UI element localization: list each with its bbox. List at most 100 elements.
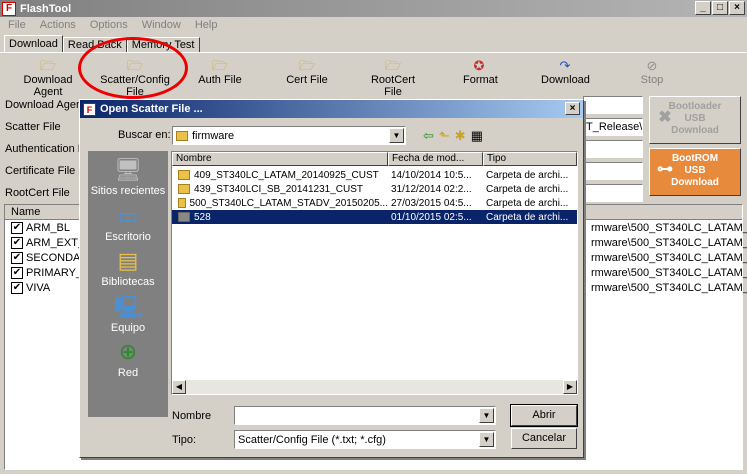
file-type: Carpeta de archi... bbox=[486, 197, 569, 209]
auth-file-button[interactable]: 🗁 Auth File bbox=[198, 57, 242, 87]
folder-open-icon: 🗁 bbox=[299, 58, 316, 73]
scatter-file-field-label: Scatter File bbox=[5, 121, 61, 133]
rom-path: rmware\500_ST340LC_LATAM_ST bbox=[591, 221, 747, 234]
file-name: 409_ST340LC_LATAM_20140925_CUST bbox=[194, 169, 379, 181]
computer-icon: 🖳 bbox=[114, 294, 144, 319]
file-type: Carpeta de archi... bbox=[486, 183, 569, 195]
recent-places-icon: 🖥 bbox=[114, 157, 142, 182]
checkbox[interactable]: ✔ bbox=[11, 251, 23, 264]
place-network[interactable]: ⊕ Red bbox=[88, 339, 168, 379]
scroll-right-icon[interactable]: ▶ bbox=[563, 380, 577, 394]
places-bar: 🖥 Sitios recientes ▭ Escritorio ▤ Biblio… bbox=[88, 151, 168, 417]
format-label: Format bbox=[463, 74, 498, 86]
file-name-input[interactable]: ▼ bbox=[234, 406, 496, 425]
file-name: 528 bbox=[194, 211, 211, 223]
desktop-icon: ▭ bbox=[117, 203, 139, 228]
download-agent-button[interactable]: 🗁 Download Agent bbox=[12, 57, 84, 99]
menu-actions[interactable]: Actions bbox=[38, 19, 78, 31]
menu-help[interactable]: Help bbox=[193, 19, 220, 31]
rom-name: ARM_BL bbox=[26, 221, 71, 234]
auth-file-field[interactable] bbox=[583, 140, 643, 158]
horizontal-scrollbar[interactable]: ◀ ▶ bbox=[172, 380, 577, 394]
place-network-label: Red bbox=[117, 367, 139, 379]
file-name: 439_ST340LCI_SB_20141231_CUST bbox=[194, 183, 364, 195]
file-date: 14/10/2014 10:5... bbox=[391, 169, 472, 181]
format-icon: ✪ bbox=[473, 58, 485, 73]
look-in-value: firmware bbox=[192, 129, 235, 142]
window-title: FlashTool bbox=[20, 2, 72, 15]
look-in-label: Buscar en: bbox=[118, 129, 171, 141]
place-computer[interactable]: 🖳 Equipo bbox=[88, 294, 168, 334]
file-date: 27/03/2015 04:5... bbox=[391, 197, 472, 209]
download-agent-label: Download Agent bbox=[23, 74, 73, 98]
rom-path: rmware\500_ST340LC_LATAM_ST bbox=[591, 281, 747, 294]
menubar: File Actions Options Window Help bbox=[0, 17, 747, 33]
checkbox[interactable]: ✔ bbox=[11, 281, 23, 294]
column-date-modified[interactable]: Fecha de mod... bbox=[388, 152, 483, 166]
column-type[interactable]: Tipo bbox=[483, 152, 577, 166]
folder-icon bbox=[178, 212, 190, 222]
place-libraries[interactable]: ▤ Bibliotecas bbox=[88, 248, 168, 288]
menu-window[interactable]: Window bbox=[140, 19, 183, 31]
open-button[interactable]: Abrir bbox=[510, 404, 578, 427]
column-name[interactable]: Nombre bbox=[172, 152, 388, 166]
rootcert-file-field[interactable] bbox=[583, 184, 643, 202]
stop-icon: ⊘ bbox=[646, 58, 658, 73]
flashtool-logo-icon: F bbox=[2, 1, 16, 16]
place-desktop[interactable]: ▭ Escritorio bbox=[88, 203, 168, 243]
download-button[interactable]: ↷ Download bbox=[541, 57, 590, 87]
list-item[interactable]: 500_ST340LC_LATAM_STADV_20150205... 27/0… bbox=[172, 196, 577, 210]
cancel-button[interactable]: Cancelar bbox=[511, 428, 577, 449]
rom-path: rmware\500_ST340LC_LATAM_ST bbox=[591, 266, 747, 279]
minimize-button[interactable]: _ bbox=[695, 1, 711, 15]
chevron-down-icon[interactable]: ▼ bbox=[479, 432, 494, 447]
checkbox[interactable]: ✔ bbox=[11, 266, 23, 279]
file-date: 31/12/2014 02:2... bbox=[391, 183, 472, 195]
file-type: Carpeta de archi... bbox=[486, 169, 569, 181]
chevron-down-icon[interactable]: ▼ bbox=[389, 128, 404, 143]
scroll-left-icon[interactable]: ◀ bbox=[172, 380, 186, 394]
rootcert-file-button[interactable]: 🗁 RootCert File bbox=[363, 57, 423, 99]
up-folder-icon[interactable]: ⬑ bbox=[439, 128, 450, 144]
stop-button[interactable]: ⊘ Stop bbox=[638, 57, 666, 87]
list-item-selected[interactable]: 528 01/10/2015 02:5... Carpeta de archi.… bbox=[172, 210, 577, 224]
file-type-dropdown[interactable]: Scatter/Config File (*.txt; *.cfg) ▼ bbox=[234, 430, 496, 449]
cert-file-button[interactable]: 🗁 Cert File bbox=[286, 57, 328, 87]
usb-plug-icon: ⊶ bbox=[657, 161, 673, 178]
rootcert-file-field-label: RootCert File bbox=[5, 187, 70, 199]
auth-file-label: Auth File bbox=[198, 74, 242, 86]
list-item[interactable]: 409_ST340LC_LATAM_20140925_CUST 14/10/20… bbox=[172, 168, 577, 182]
chevron-down-icon[interactable]: ▼ bbox=[479, 408, 494, 423]
auth-file-field-label: Authentication Fi bbox=[5, 143, 87, 155]
download-agent-field[interactable] bbox=[583, 96, 643, 114]
bootloader-usb-download-button[interactable]: ✖ Bootloader USB Download bbox=[649, 96, 741, 144]
list-item[interactable]: 439_ST340LCI_SB_20141231_CUST 31/12/2014… bbox=[172, 182, 577, 196]
tab-download[interactable]: Download bbox=[4, 35, 63, 53]
place-recent[interactable]: 🖥 Sitios recientes bbox=[88, 157, 168, 197]
scatter-file-field[interactable]: T_Release\S bbox=[583, 118, 643, 136]
place-libraries-label: Bibliotecas bbox=[101, 276, 155, 288]
rom-name: VIVA bbox=[26, 281, 51, 294]
maximize-button[interactable]: □ bbox=[712, 1, 728, 15]
place-desktop-label: Escritorio bbox=[105, 231, 151, 243]
dialog-titlebar: F Open Scatter File ... bbox=[80, 100, 583, 118]
cert-file-field[interactable] bbox=[583, 162, 643, 180]
new-folder-icon[interactable]: ✱ bbox=[455, 128, 466, 144]
close-button[interactable]: × bbox=[729, 1, 745, 15]
network-globe-icon: ⊕ bbox=[118, 339, 138, 364]
dialog-close-button[interactable]: × bbox=[565, 102, 580, 115]
menu-file[interactable]: File bbox=[6, 19, 28, 31]
checkbox[interactable]: ✔ bbox=[11, 221, 23, 234]
back-icon[interactable]: ⇦ bbox=[423, 128, 434, 144]
look-in-dropdown[interactable]: firmware ▼ bbox=[172, 126, 406, 145]
download-icon: ↷ bbox=[559, 58, 571, 73]
checkbox[interactable]: ✔ bbox=[11, 236, 23, 249]
view-menu-icon[interactable]: ▦ bbox=[471, 128, 483, 144]
menu-options[interactable]: Options bbox=[88, 19, 130, 31]
file-date: 01/10/2015 02:5... bbox=[391, 211, 472, 223]
rom-name: ARM_EXT_ bbox=[26, 236, 85, 249]
file-list: Nombre Fecha de mod... Tipo 409_ST340LC_… bbox=[171, 151, 578, 395]
bootrom-usb-download-button[interactable]: ⊶ BootROM USB Download bbox=[649, 148, 741, 196]
format-button[interactable]: ✪ Format bbox=[463, 57, 498, 87]
rom-path: rmware\500_ST340LC_LATAM_ST bbox=[591, 251, 747, 264]
